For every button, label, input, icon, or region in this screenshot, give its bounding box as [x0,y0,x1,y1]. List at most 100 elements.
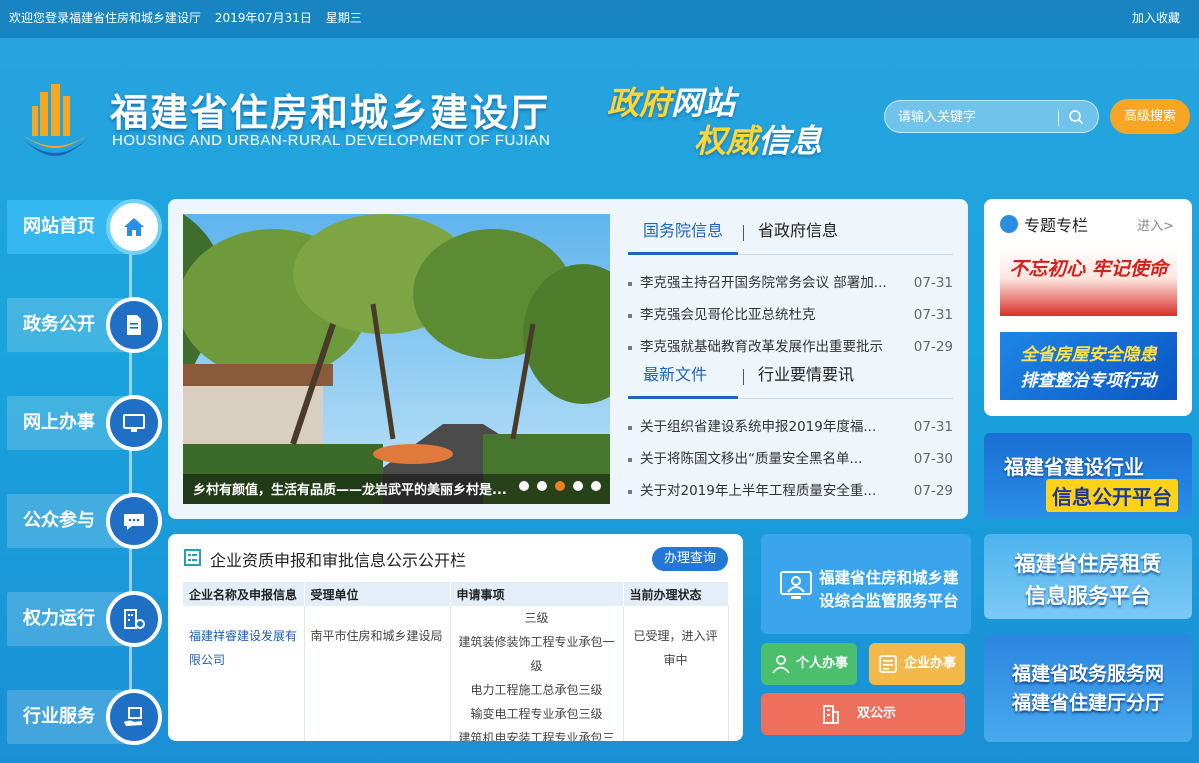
news-title[interactable]: 关于组织省建设系统申报2019年度福... [640,411,895,443]
list-icon [184,549,201,566]
search-box [884,100,1099,133]
nav-label: 权力运行 [23,608,95,629]
news-item[interactable]: 李克强会见哥伦比亚总统杜克 07-31 [628,299,953,331]
news-date: 07-30 [913,451,953,467]
banner-text: 不忘初心 牢记使命 [1009,258,1168,280]
button-label: 双公示 [857,706,897,721]
table-header-row: 企业名称及申报信息 受理单位 申请事项 当前办理状态 [183,582,729,606]
slogan-line-2: 权威信息 [694,116,822,162]
item-line: 三级 [524,611,549,625]
platform-gov-service-net[interactable]: 福建省政务服务网 福建省住建厅分厅 [984,635,1192,742]
nav-item-public-participation[interactable]: 公众参与 [7,492,162,550]
slogan-text: 信息 [758,122,823,160]
qualification-panel: 企业资质申报和审批信息公示公开栏 办理查询 企业名称及申报信息 受理单位 申请事… [168,534,743,741]
carousel-dot[interactable] [555,481,565,491]
slogan-text: 权威 [694,122,759,160]
carousel-caption[interactable]: 乡村有颜值，生活有品质——龙岩武平的美丽乡村是... [193,479,525,498]
platform-line: 信息公开平台 [1046,479,1178,512]
site-subtitle: HOUSING AND URBAN-RURAL DEVELOPMENT OF F… [112,132,551,149]
tab-separator [743,225,744,241]
carousel-dot[interactable] [537,481,547,491]
news-item[interactable]: 关于将陈国文移出“质量安全黑名单... 07-30 [628,443,953,475]
nav-label: 公众参与 [23,510,95,531]
news-item[interactable]: 关于组织省建设系统申报2019年度福... 07-31 [628,411,953,443]
search-input[interactable] [898,108,1048,126]
banner-original-aspiration[interactable]: 不忘初心 牢记使命 [1000,248,1177,316]
banner-text: 全省房屋安全隐患 [1020,345,1157,365]
document-icon [106,297,162,353]
news-date: 07-31 [913,307,953,323]
hand-service-icon [106,689,162,745]
top-bar: 欢迎您登录福建省住房和城乡建设厅 2019年07月31日 星期三 加入收藏 [0,0,1199,38]
ledger-icon [879,655,897,673]
news-list: 关于组织省建设系统申报2019年度福... 07-31 关于将陈国文移出“质量安全… [628,411,953,507]
add-favorite-link[interactable]: 加入收藏 [1132,0,1180,36]
news-title[interactable]: 李克强主持召开国务院常务会议 部署加... [640,267,895,299]
home-icon [106,199,162,255]
carousel-dot[interactable] [573,481,583,491]
search-icon[interactable] [1067,108,1085,126]
tab-industry-news[interactable]: 行业要情要讯 [758,357,854,399]
nav-label: 政务公开 [23,314,95,335]
status-cell: 已受理，进入评审中 [623,606,729,741]
carousel-dot[interactable] [591,481,601,491]
platform-line: 信息服务平台 [1025,584,1151,608]
tab-latest-docs[interactable]: 最新文件 [628,357,738,399]
tab-state-council[interactable]: 国务院信息 [628,213,738,255]
date-text: 2019年07月31日 [214,11,312,25]
enterprise-service-button[interactable]: 企业办事 [869,643,965,685]
item-line: 建筑机电安装工程专业承包三 [458,731,615,741]
nav-item-power-operation[interactable]: 权力运行 [7,590,162,648]
table-row[interactable]: 福建祥睿建设发展有限公司 南平市住房和城乡建设局 三级 建筑装修装饰工程专业承包… [183,606,729,741]
company-cell[interactable]: 福建祥睿建设发展有限公司 [183,606,305,741]
qualification-table: 企业名称及申报信息 受理单位 申请事项 当前办理状态 福建祥睿建设发展有限公司 … [183,582,729,741]
unit-cell: 南平市住房和城乡建设局 [304,606,451,741]
slogan-text: 政府 [607,84,672,122]
news-title[interactable]: 关于将陈国文移出“质量安全黑名单... [640,443,895,475]
news-tabs: 最新文件 行业要情要讯 [628,357,953,399]
topic-icon [1000,215,1018,233]
advanced-search-button[interactable]: 高级搜索 [1110,99,1190,134]
carousel[interactable]: 乡村有颜值，生活有品质——龙岩武平的美丽乡村是... [183,214,610,504]
nav-item-home[interactable]: 网站首页 [7,198,162,256]
dual-publicity-button[interactable]: 双公示 [761,693,965,735]
nav-item-online-service[interactable]: 网上办事 [7,394,162,452]
person-icon [772,655,790,674]
platform-info-disclosure[interactable]: 福建省建设行业 信息公开平台 [984,433,1192,518]
building-gear-icon [106,591,162,647]
news-panel: 乡村有颜值，生活有品质——龙岩武平的美丽乡村是... 国务院信息 省政府信息 李… [168,199,968,519]
banner-housing-safety[interactable]: 全省房屋安全隐患 排查整治专项行动 [1000,332,1177,400]
nav-label: 网上办事 [23,412,95,433]
welcome-text: 欢迎您登录福建省住房和城乡建设厅 [9,11,202,25]
nav-item-industry-service[interactable]: 行业服务 [7,688,162,746]
nav-label: 行业服务 [23,706,95,727]
tab-separator [743,369,744,385]
tab-provincial-gov[interactable]: 省政府信息 [758,213,838,255]
column-header: 当前办理状态 [623,582,729,606]
carousel-dots [519,476,609,495]
news-item[interactable]: 关于对2019年上半年工程质量安全重... 07-29 [628,475,953,507]
platform-rental-service[interactable]: 福建省住房租赁 信息服务平台 [984,534,1192,619]
building-icon [823,705,839,724]
button-label: 企业办事 [904,656,957,671]
news-title[interactable]: 李克强会见哥伦比亚总统杜克 [640,299,895,331]
carousel-dot[interactable] [519,481,529,491]
special-column: 专题专栏 进入> 不忘初心 牢记使命 全省房屋安全隐患 排查整治专项行动 [984,199,1192,416]
platform-line: 福建省住建厅分厅 [1011,692,1164,714]
column-header: 申请事项 [450,582,624,606]
chat-icon [106,493,162,549]
special-title: 专题专栏 [1024,216,1089,235]
nav-item-gov-affairs[interactable]: 政务公开 [7,296,162,354]
personal-service-button[interactable]: 个人办事 [761,643,857,685]
news-block-state-council: 国务院信息 省政府信息 李克强主持召开国务院常务会议 部署加... 07-31 李… [628,213,953,363]
news-tabs: 国务院信息 省政府信息 [628,213,953,255]
news-item[interactable]: 李克强主持召开国务院常务会议 部署加... 07-31 [628,267,953,299]
news-block-latest-docs: 最新文件 行业要情要讯 关于组织省建设系统申报2019年度福... 07-31 关… [628,357,953,507]
site-title: 福建省住房和城乡建设厅 [110,91,551,135]
special-more-link[interactable]: 进入> [1137,215,1174,234]
news-title[interactable]: 关于对2019年上半年工程质量安全重... [640,475,895,507]
supervision-platform-card[interactable]: 福建省住房和城乡建 设综合监管服务平台 [761,534,971,634]
platform-line: 福建省住房租赁 [1014,552,1162,576]
banner-text: 排查整治专项行动 [1020,371,1157,391]
query-button[interactable]: 办理查询 [652,547,728,571]
